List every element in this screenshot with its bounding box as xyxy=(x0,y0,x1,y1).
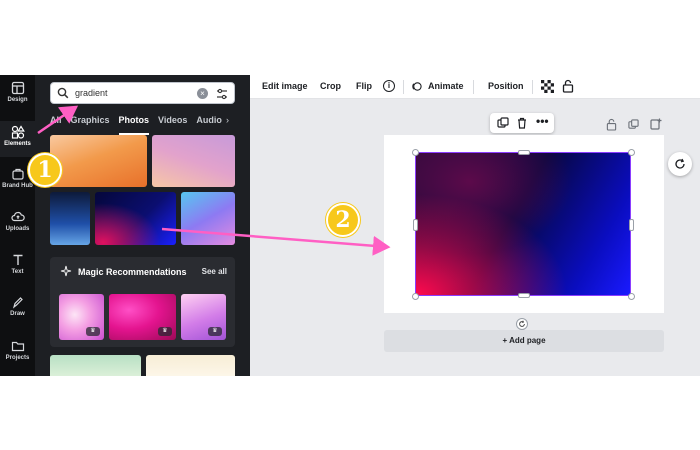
animate-button[interactable]: Animate xyxy=(428,81,464,91)
see-all-link[interactable]: See all xyxy=(202,267,227,276)
rail-item-uploads[interactable]: Uploads xyxy=(0,210,35,246)
rail-item-projects[interactable]: Projects xyxy=(0,339,35,375)
magic-recommendations-title: Magic Recommendations xyxy=(78,267,187,277)
crop-button[interactable]: Crop xyxy=(320,81,341,91)
step-marker-2: 2 xyxy=(326,203,360,237)
animate-icon xyxy=(412,82,422,91)
transparency-icon[interactable] xyxy=(541,80,554,93)
photo-thumbnail[interactable] xyxy=(50,355,141,376)
brand-icon xyxy=(11,168,24,180)
search-bar: × xyxy=(50,82,235,104)
rail-item-draw[interactable]: Draw xyxy=(0,295,35,331)
category-tabs: All Graphics Photos Videos Audio xyxy=(50,115,250,135)
rail-label: Draw xyxy=(10,311,25,317)
toolbar-divider xyxy=(532,80,533,94)
search-input[interactable] xyxy=(75,88,185,98)
premium-badge: ♛ xyxy=(208,327,222,336)
premium-badge: ♛ xyxy=(158,327,172,336)
chevron-right-icon[interactable]: › xyxy=(226,115,229,125)
info-icon[interactable]: i xyxy=(383,80,395,92)
rotate-icon xyxy=(519,320,525,327)
edit-image-button[interactable]: Edit image xyxy=(262,81,308,91)
rail-label: Projects xyxy=(5,355,30,361)
selected-gradient-image[interactable] xyxy=(415,152,631,296)
tab-all[interactable]: All xyxy=(50,115,62,131)
toolbar-divider xyxy=(403,80,404,94)
resize-handle[interactable] xyxy=(628,149,635,156)
shapes-icon xyxy=(11,125,25,139)
premium-badge: ♛ xyxy=(86,327,100,336)
resize-handle[interactable] xyxy=(628,293,635,300)
refresh-icon xyxy=(675,158,685,169)
search-icon xyxy=(57,87,69,99)
rail-item-design[interactable]: Design xyxy=(0,81,35,117)
add-page-icon[interactable] xyxy=(650,118,662,130)
editor-workspace: Edit image Crop Flip i Animate Position … xyxy=(250,75,700,376)
tab-photos[interactable]: Photos xyxy=(118,115,149,135)
rail-label: Brand Hub xyxy=(2,183,33,189)
rotate-handle[interactable] xyxy=(516,318,528,330)
flip-button[interactable]: Flip xyxy=(356,81,372,91)
duplicate-page-icon[interactable] xyxy=(628,119,639,130)
tab-audio[interactable]: Audio xyxy=(196,115,222,131)
photo-thumbnail[interactable] xyxy=(50,135,147,187)
rail-label: Elements xyxy=(4,141,31,147)
photo-thumbnail[interactable] xyxy=(146,355,235,376)
tab-videos[interactable]: Videos xyxy=(158,115,187,131)
design-page[interactable] xyxy=(384,135,664,313)
toolbar-divider xyxy=(473,80,474,94)
element-quick-actions: ••• xyxy=(490,113,554,133)
resize-handle[interactable] xyxy=(518,293,530,298)
elements-panel: × All Graphics Photos Videos Audio › Mag… xyxy=(35,75,250,376)
more-options-icon[interactable]: ••• xyxy=(536,114,549,128)
left-rail: Design Elements Brand Hub Uploads Text D… xyxy=(0,75,35,376)
add-page-button[interactable]: + Add page xyxy=(384,330,664,352)
sparkle-icon xyxy=(60,265,72,277)
resize-handle[interactable] xyxy=(629,219,634,231)
filter-icon[interactable] xyxy=(215,87,229,101)
rail-item-text[interactable]: Text xyxy=(0,253,35,289)
photo-thumbnail[interactable] xyxy=(181,192,235,245)
clear-search-button[interactable]: × xyxy=(197,88,208,99)
cloud-upload-icon xyxy=(10,211,25,222)
rail-item-elements[interactable]: Elements xyxy=(0,121,35,157)
trash-icon[interactable] xyxy=(516,117,528,129)
photo-thumbnail[interactable]: ♛ xyxy=(181,294,226,340)
pen-icon xyxy=(12,297,23,309)
context-toolbar: Edit image Crop Flip i Animate Position xyxy=(250,75,700,99)
resize-handle[interactable] xyxy=(412,293,419,300)
close-icon: × xyxy=(200,89,205,98)
magic-recommendations: Magic Recommendations See all ♛ ♛ ♛ xyxy=(50,257,235,347)
photo-thumbnail[interactable]: ♛ xyxy=(109,294,176,340)
resize-handle[interactable] xyxy=(413,219,418,231)
rail-label: Design xyxy=(7,97,28,103)
position-button[interactable]: Position xyxy=(488,81,524,91)
page-actions xyxy=(606,118,666,132)
photo-thumbnail[interactable] xyxy=(95,192,176,245)
magic-switch-button[interactable] xyxy=(668,152,692,176)
layout-icon xyxy=(11,81,24,95)
folder-icon xyxy=(11,341,24,352)
lock-icon[interactable] xyxy=(562,79,574,93)
rail-label: Text xyxy=(11,269,24,275)
duplicate-icon[interactable] xyxy=(497,117,509,129)
photo-thumbnail[interactable] xyxy=(152,135,235,187)
photo-thumbnail[interactable] xyxy=(50,192,90,245)
resize-handle[interactable] xyxy=(412,149,419,156)
lock-icon[interactable] xyxy=(606,118,617,131)
photo-thumbnail[interactable]: ♛ xyxy=(59,294,104,340)
resize-handle[interactable] xyxy=(518,150,530,155)
tab-graphics[interactable]: Graphics xyxy=(71,115,110,131)
text-icon xyxy=(13,254,22,265)
rail-label: Uploads xyxy=(5,226,30,232)
step-marker-1: 1 xyxy=(28,153,62,187)
